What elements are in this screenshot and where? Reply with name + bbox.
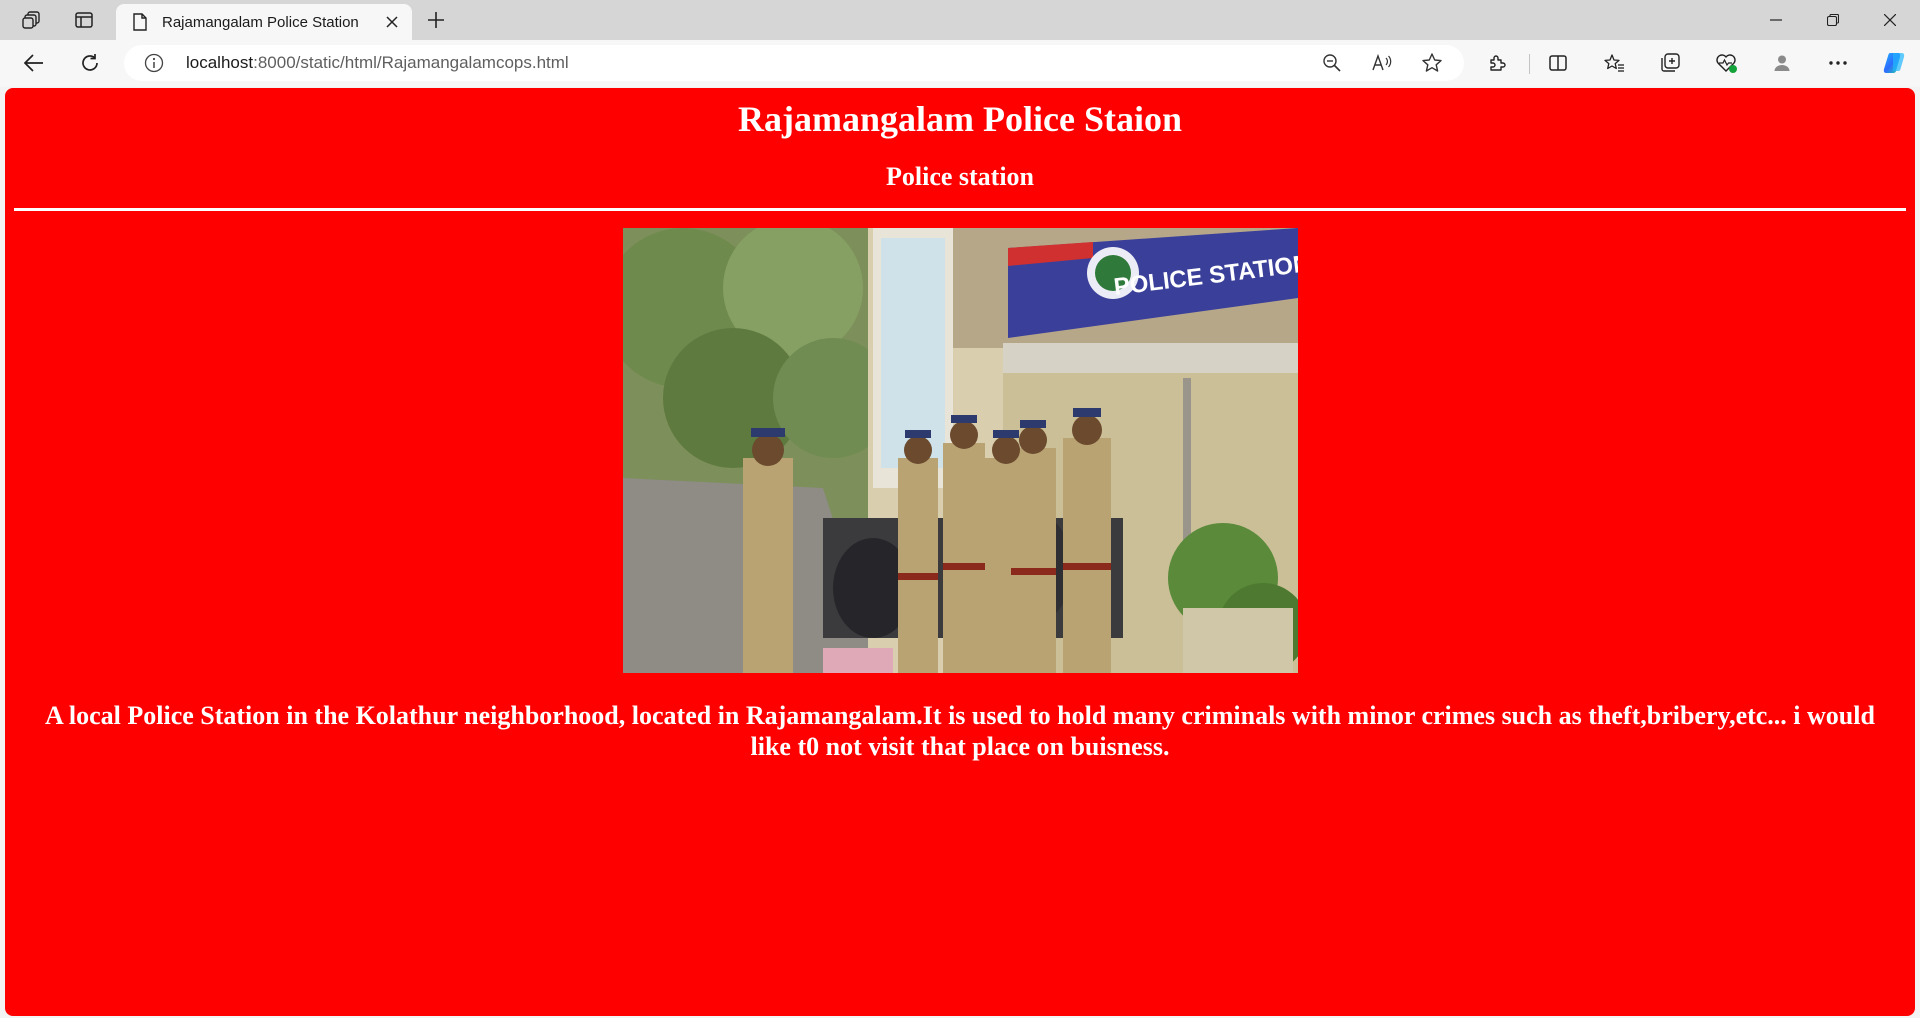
tab-active[interactable]: Rajamangalam Police Station bbox=[116, 4, 412, 40]
workspaces-icon[interactable] bbox=[14, 4, 50, 36]
minimize-icon[interactable] bbox=[1748, 0, 1804, 40]
restore-icon[interactable] bbox=[1805, 0, 1861, 40]
new-tab-icon[interactable] bbox=[418, 4, 454, 36]
page-icon bbox=[130, 12, 150, 32]
split-screen-icon[interactable] bbox=[1540, 46, 1576, 80]
more-options-icon[interactable] bbox=[1820, 46, 1856, 80]
tab-title: Rajamangalam Police Station bbox=[162, 13, 359, 31]
tab-strip: Rajamangalam Police Station bbox=[0, 0, 1920, 40]
address-bar[interactable]: localhost:8000/static/html/Rajamangalamc… bbox=[124, 45, 1464, 81]
profile-avatar-icon[interactable] bbox=[1764, 46, 1800, 80]
page-title: Rajamangalam Police Staion bbox=[738, 99, 1182, 139]
page-viewport: Rajamangalam Police Staion Police statio… bbox=[5, 88, 1915, 1016]
zoom-out-icon[interactable] bbox=[1317, 49, 1347, 77]
favorite-star-icon[interactable] bbox=[1417, 49, 1447, 77]
police-station-photo: POLICE STATION bbox=[623, 228, 1298, 673]
read-aloud-icon[interactable] bbox=[1367, 49, 1397, 77]
browser-toolbar: localhost:8000/static/html/Rajamangalamc… bbox=[0, 40, 1920, 87]
browser-essentials-icon[interactable] bbox=[1708, 46, 1744, 80]
toolbar-divider bbox=[1529, 54, 1530, 74]
extensions-icon[interactable] bbox=[1480, 46, 1516, 80]
vertical-tabs-icon[interactable] bbox=[66, 4, 102, 36]
copilot-icon[interactable] bbox=[1876, 46, 1912, 80]
collections-icon[interactable] bbox=[1652, 46, 1688, 80]
site-info-icon[interactable] bbox=[144, 53, 164, 73]
horizontal-rule bbox=[14, 208, 1906, 211]
refresh-icon[interactable] bbox=[72, 46, 108, 80]
favorites-icon[interactable] bbox=[1596, 46, 1632, 80]
tab-close-icon[interactable] bbox=[378, 8, 406, 36]
close-window-icon[interactable] bbox=[1862, 0, 1918, 40]
page-subtitle: Police station bbox=[885, 162, 1035, 191]
back-icon[interactable] bbox=[16, 46, 52, 80]
url-text[interactable]: localhost:8000/static/html/Rajamangalamc… bbox=[186, 53, 569, 73]
description-text: A local Police Station in the Kolathur n… bbox=[45, 701, 1875, 761]
